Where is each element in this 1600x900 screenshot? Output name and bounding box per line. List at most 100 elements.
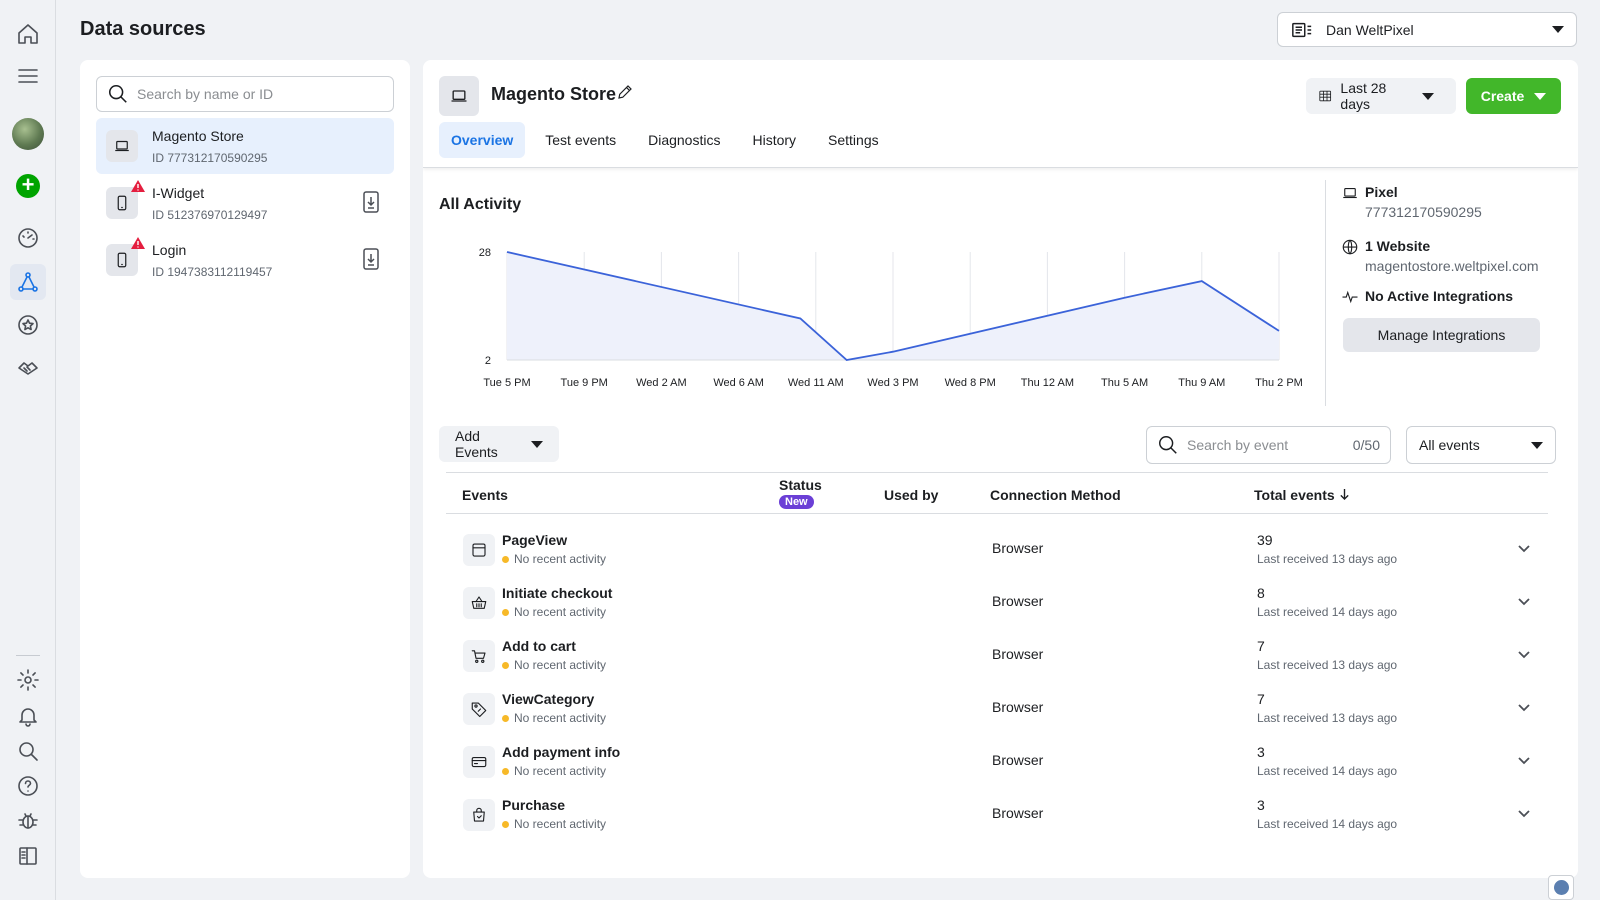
table-row[interactable]: ViewCategory No recent activity Browser …	[446, 685, 1548, 738]
source-name: Login	[152, 242, 187, 258]
add-events-button[interactable]: Add Events	[439, 426, 559, 462]
search-icon	[1159, 436, 1177, 454]
create-plus-icon[interactable]: +	[16, 174, 40, 198]
activity-pulse-icon	[1342, 290, 1358, 304]
tab-history[interactable]: History	[740, 122, 808, 158]
source-search-input[interactable]: Search by name or ID	[96, 76, 394, 112]
events-table-header: Events Status New Used by Connection Met…	[446, 472, 1548, 514]
install-download-icon[interactable]	[362, 191, 382, 213]
table-row[interactable]: Purchase No recent activity Browser 3 La…	[446, 791, 1548, 844]
search-icon[interactable]	[10, 733, 46, 769]
warning-icon	[131, 180, 145, 192]
sort-arrow-down-icon	[1339, 489, 1349, 501]
event-name: ViewCategory	[502, 691, 595, 707]
bug-report-icon[interactable]	[10, 803, 46, 839]
source-id: ID 512376970129497	[152, 208, 268, 222]
tab-diagnostics[interactable]: Diagnostics	[636, 122, 732, 158]
laptop-icon	[1343, 187, 1357, 199]
event-status-text: No recent activity	[514, 764, 607, 778]
expand-chevron-icon[interactable]	[1516, 593, 1532, 609]
table-row[interactable]: Add to cart No recent activity Browser 7…	[446, 632, 1548, 685]
source-item-magento-store[interactable]: Magento Store ID 777312170590295	[96, 118, 394, 174]
event-search-placeholder: Search by event	[1187, 437, 1289, 453]
col-events[interactable]: Events	[462, 487, 508, 503]
add-events-label: Add Events	[455, 428, 498, 460]
cart-icon	[463, 640, 495, 672]
last-received: Last received 14 days ago	[1257, 817, 1398, 831]
tab-overview[interactable]: Overview	[439, 122, 526, 158]
help-icon[interactable]	[10, 768, 46, 804]
expand-chevron-icon[interactable]	[1516, 699, 1532, 715]
table-row[interactable]: Initiate checkout No recent activity Bro…	[446, 579, 1548, 632]
shopping-bag-icon	[463, 799, 495, 831]
event-status: No recent activity	[502, 817, 606, 831]
x-tick-label: Wed 6 AM	[713, 377, 764, 389]
account-selector[interactable]: Dan WeltPixel	[1277, 12, 1577, 47]
expand-chevron-icon[interactable]	[1516, 805, 1532, 821]
activity-chart: 28 2 Tue 5 PM Tue 9 PM Wed 2 AM Wed 6 AM Wed 1…	[479, 247, 1303, 389]
col-status[interactable]: Status	[779, 477, 822, 493]
language-globe-icon[interactable]	[1548, 875, 1574, 900]
source-item-i-widget[interactable]: I-Widget ID 512376970129497	[96, 175, 394, 231]
table-row[interactable]: Add payment info No recent activity Brow…	[446, 738, 1548, 791]
handshake-icon[interactable]	[10, 350, 46, 386]
event-status: No recent activity	[502, 658, 606, 672]
event-search-input[interactable]: Search by event 0/50	[1146, 426, 1391, 464]
settings-gear-icon[interactable]	[10, 662, 46, 698]
event-status-text: No recent activity	[514, 552, 607, 566]
status-dot	[502, 767, 509, 775]
col-total-label: Total events	[1254, 487, 1335, 503]
status-dot	[502, 661, 509, 669]
connection-method: Browser	[992, 646, 1044, 662]
event-status-text: No recent activity	[514, 658, 607, 672]
notifications-bell-icon[interactable]	[10, 698, 46, 734]
event-count: 0/50	[1352, 437, 1380, 453]
date-range-selector[interactable]: Last 28 days	[1306, 78, 1456, 114]
y-tick-label: 28	[479, 247, 491, 259]
laptop-icon	[439, 76, 479, 116]
x-tick-label: Wed 8 PM	[945, 377, 996, 389]
source-item-login[interactable]: Login ID 1947383112119457	[96, 232, 394, 288]
event-status-text: No recent activity	[514, 711, 607, 725]
event-filter-select[interactable]: All events	[1406, 426, 1556, 464]
tab-test-events[interactable]: Test events	[533, 122, 628, 158]
sidebar-toggle-icon[interactable]	[10, 838, 46, 874]
expand-chevron-icon[interactable]	[1516, 752, 1532, 768]
calendar-grid-icon	[1319, 90, 1332, 102]
x-tick-label: Wed 3 PM	[867, 377, 918, 389]
connection-method: Browser	[992, 752, 1044, 768]
chevron-down-icon	[531, 440, 543, 448]
tab-settings[interactable]: Settings	[816, 122, 891, 158]
install-download-icon[interactable]	[362, 248, 382, 270]
col-connection-method[interactable]: Connection Method	[990, 487, 1121, 503]
dashboard-gauge-icon[interactable]	[10, 220, 46, 256]
col-total-events[interactable]: Total events	[1254, 487, 1350, 503]
home-icon[interactable]	[10, 16, 46, 52]
page-title: Data sources	[80, 18, 206, 40]
expand-chevron-icon[interactable]	[1516, 646, 1532, 662]
basket-icon	[463, 587, 495, 619]
create-button[interactable]: Create	[1466, 78, 1561, 114]
edit-pencil-icon[interactable]	[616, 83, 636, 103]
menu-icon[interactable]	[10, 58, 46, 94]
total-events: 3	[1257, 797, 1265, 813]
event-status: No recent activity	[502, 552, 606, 566]
star-badge-icon[interactable]	[10, 307, 46, 343]
manage-integrations-button[interactable]: Manage Integrations	[1343, 318, 1540, 352]
nav-rail: +	[0, 0, 56, 900]
table-row[interactable]: PageView No recent activity Browser 39 L…	[446, 526, 1548, 579]
event-name: Add payment info	[502, 744, 621, 760]
expand-chevron-icon[interactable]	[1516, 540, 1532, 556]
col-used-by[interactable]: Used by	[884, 487, 938, 503]
event-status: No recent activity	[502, 711, 606, 725]
x-tick-label: Thu 2 PM	[1255, 377, 1303, 389]
event-name: Add to cart	[502, 638, 576, 654]
events-manager-icon[interactable]	[10, 264, 46, 300]
website-url: magentostore.weltpixel.com	[1365, 258, 1539, 274]
x-tick-label: Wed 11 AM	[788, 377, 844, 389]
pixel-label: Pixel	[1365, 184, 1398, 200]
total-events: 7	[1257, 691, 1265, 707]
x-tick-label: Tue 9 PM	[561, 377, 608, 389]
avatar[interactable]	[12, 118, 44, 150]
x-tick-label: Thu 12 AM	[1021, 377, 1074, 389]
